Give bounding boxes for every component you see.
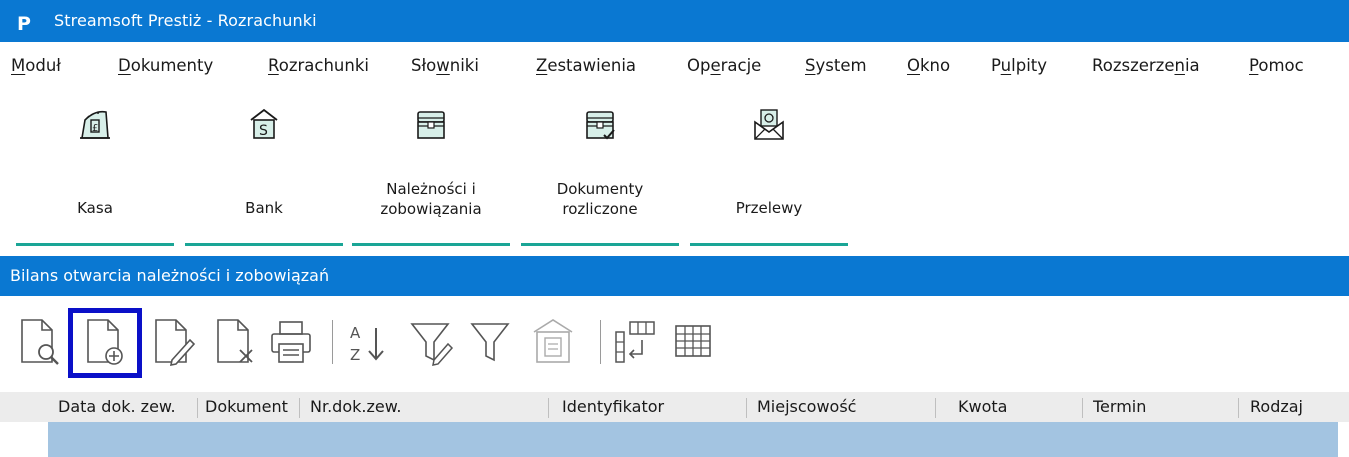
column-header-identyfikator[interactable]: Identyfikator [562,397,742,416]
ribbon-przelewy-button[interactable]: Przelewy [690,100,848,246]
filter-icon [470,323,510,362]
title-bar: P Streamsoft Prestiż - Rozrachunki [0,0,1349,42]
svg-text:Z: Z [350,346,360,364]
menu-zestawienia[interactable]: Zestawienia [536,56,636,75]
column-header-kwota[interactable]: Kwota [958,397,1068,416]
print-button[interactable] [268,316,314,368]
ribbon: £ Kasa S Bank Należności i zobowiązania [0,100,1349,250]
column-header-dokument[interactable]: Dokument [205,397,295,416]
toolbar-separator [600,320,601,364]
grid-header: Data dok. zew. Dokument Nr.dok.zew. Iden… [0,392,1349,422]
window-title: Streamsoft Prestiż - Rozrachunki [54,11,317,30]
filter-edit-icon [410,323,454,366]
filter-button[interactable] [468,316,514,368]
ribbon-bank-button[interactable]: S Bank [185,100,343,246]
edit-document-icon [155,319,196,367]
grid-icon [675,325,711,357]
menu-system[interactable]: System [805,56,867,75]
archive-document-icon [533,319,573,363]
column-header-miejscowosc[interactable]: Miejscowość [757,397,927,416]
column-separator[interactable] [299,398,300,418]
ribbon-naleznosci-button[interactable]: Należności i zobowiązania [352,100,510,246]
sort-button[interactable]: A Z [344,316,390,368]
menu-okno[interactable]: Okno [907,56,950,75]
chest-icon [417,111,445,139]
svg-text:£: £ [92,123,98,134]
ribbon-dokumenty-rozliczone-button[interactable]: Dokumenty rozliczone [521,100,679,246]
grid-button[interactable] [670,316,716,368]
ribbon-label: zobowiązania [380,200,482,218]
menu-bar: Moduł Dokumenty Rozrachunki Słowniki Zes… [0,56,1349,86]
filter-edit-button[interactable] [408,316,454,368]
edit-document-button[interactable] [150,316,196,368]
menu-dokumenty[interactable]: Dokumenty [118,56,213,75]
app-logo-icon: P [17,13,31,35]
archive-document-button[interactable] [530,316,576,368]
chest-check-icon [586,111,615,140]
ribbon-label: Dokumenty [556,180,644,198]
column-header-termin[interactable]: Termin [1093,397,1233,416]
column-layout-icon [615,321,655,363]
svg-text:A: A [350,324,361,342]
ribbon-label: Kasa [77,199,113,217]
menu-slowniki[interactable]: Słowniki [411,56,479,75]
column-separator[interactable] [1238,398,1239,418]
column-separator[interactable] [197,398,198,418]
cash-register-icon: £ [80,110,110,139]
menu-modul[interactable]: Moduł [11,56,61,75]
toolbar: A Z [0,298,1349,390]
print-icon [271,321,311,363]
preview-document-button[interactable] [16,316,62,368]
menu-rozszerzenia[interactable]: Rozszerzenia [1092,56,1200,75]
selected-table-row[interactable] [48,422,1338,457]
toolbar-separator [332,320,333,364]
ribbon-label: Przelewy [735,199,803,217]
delete-document-icon [217,319,253,363]
svg-text:S: S [259,123,268,139]
panel-header: Bilans otwarcia należności i zobowiązań [0,256,1349,296]
menu-pulpity[interactable]: Pulpity [991,56,1047,75]
menu-operacje[interactable]: Operacje [687,56,761,75]
ribbon-kasa-button[interactable]: £ Kasa [16,100,174,246]
column-separator[interactable] [935,398,936,418]
delete-document-button[interactable] [212,316,258,368]
column-header-rodzaj[interactable]: Rodzaj [1250,397,1340,416]
sort-az-icon: A Z [350,324,384,364]
column-separator[interactable] [746,398,747,418]
menu-rozrachunki[interactable]: Rozrachunki [268,56,369,75]
menu-pomoc[interactable]: Pomoc [1249,56,1304,75]
ribbon-label: Należności i [386,180,476,198]
ribbon-label: Bank [245,199,283,217]
ribbon-label: rozliczone [562,200,638,218]
preview-document-icon [21,319,59,365]
column-layout-button[interactable] [612,316,658,368]
panel-title: Bilans otwarcia należności i zobowiązań [10,266,330,285]
money-envelope-icon [754,109,784,140]
column-header-data[interactable]: Data dok. zew. [58,397,194,416]
bank-icon: S [250,108,278,139]
toolbar-selection-highlight [68,308,142,378]
column-header-nr-dok[interactable]: Nr.dok.zew. [310,397,540,416]
column-separator[interactable] [548,398,549,418]
column-separator[interactable] [1082,398,1083,418]
